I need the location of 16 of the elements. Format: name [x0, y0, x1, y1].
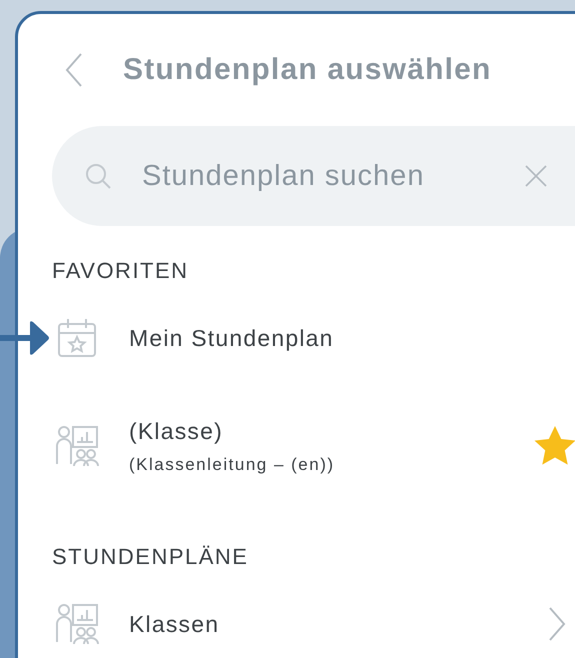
section-header: STUNDENPLÄNE — [52, 543, 250, 571]
class-icon — [55, 602, 99, 646]
item-subtitle: (Klassenleitung – (en)) — [129, 454, 335, 474]
list-item[interactable]: Klassen — [129, 610, 220, 638]
calendar-star-icon — [55, 316, 99, 360]
search-field[interactable]: Stundenplan suchen — [52, 126, 575, 226]
class-icon — [55, 424, 99, 468]
list-item[interactable]: (Klasse) — [129, 418, 223, 444]
section-header: FAVORITEN — [52, 257, 190, 285]
search-icon — [84, 162, 112, 190]
list-item[interactable]: Mein Stundenplan — [129, 324, 334, 352]
screen-title: Stundenplan auswählen — [123, 53, 492, 87]
close-icon[interactable] — [524, 164, 548, 188]
chevron-right-icon[interactable] — [547, 606, 567, 642]
star-icon[interactable] — [533, 425, 575, 467]
back-icon[interactable] — [64, 52, 84, 88]
